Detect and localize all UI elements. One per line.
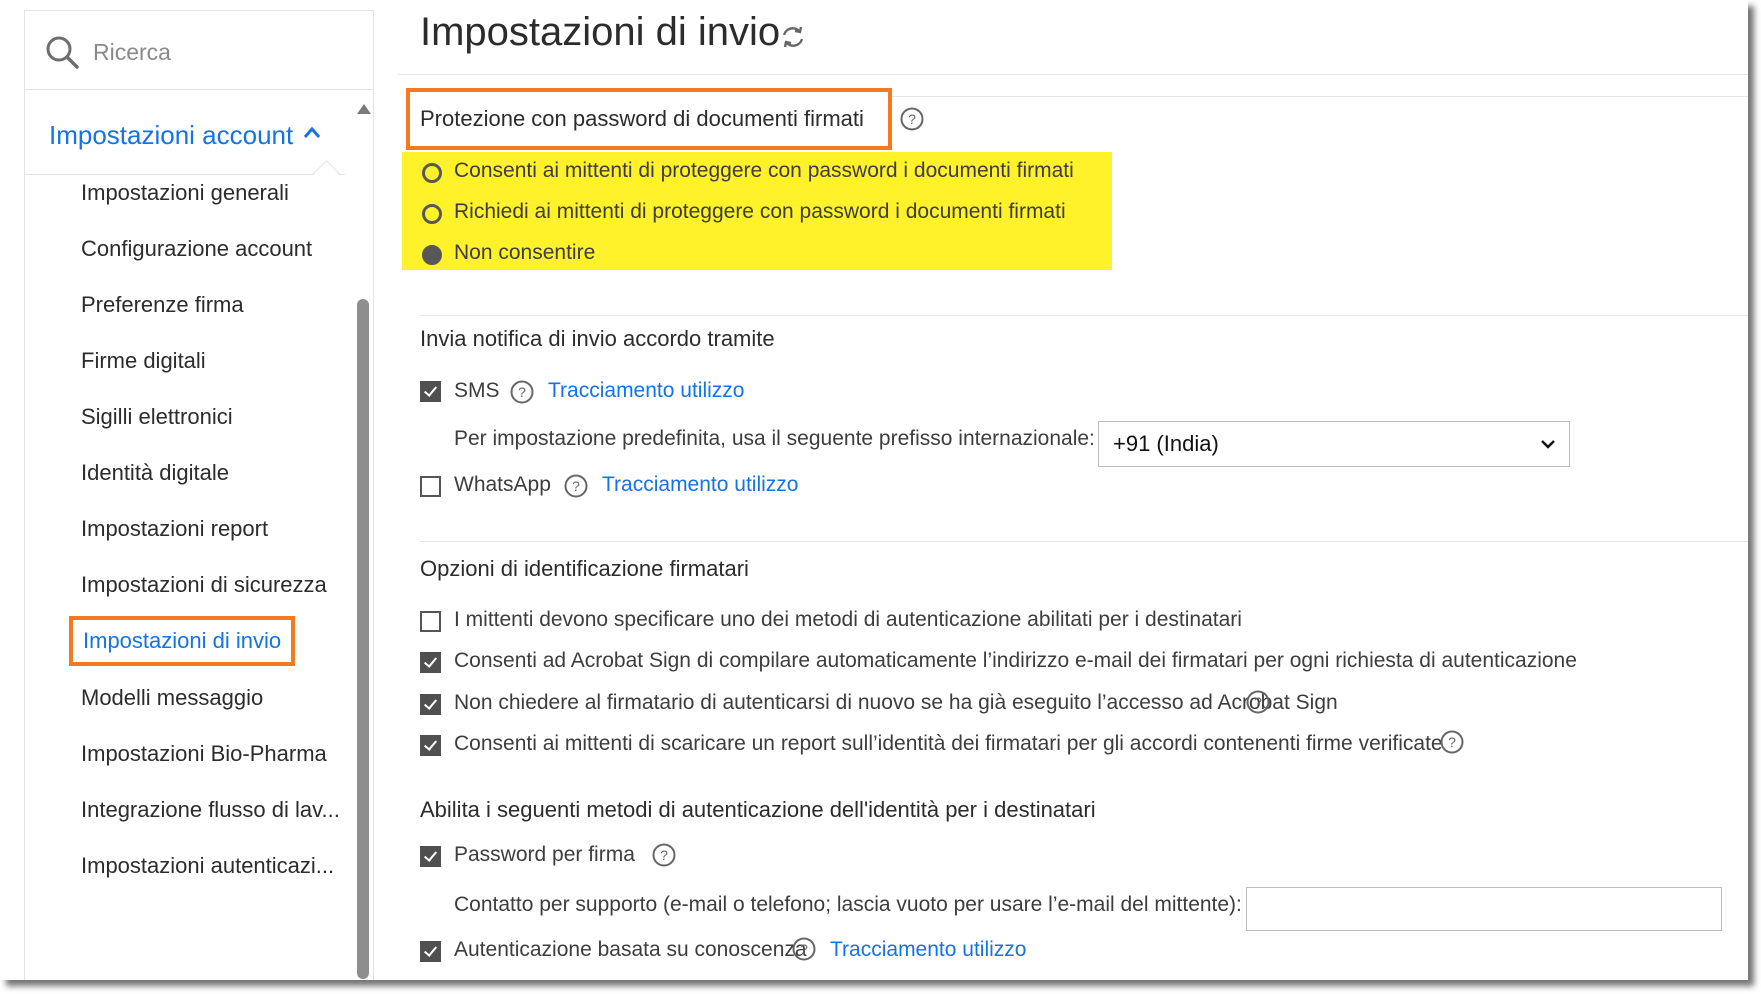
kba-tracking-link[interactable]: Tracciamento utilizzo	[830, 938, 1026, 962]
sidebar-item-workflow-integration[interactable]: Integrazione flusso di lav...	[81, 797, 340, 823]
main-content: Impostazioni di invio Protezione con pas…	[398, 0, 1748, 980]
chevron-up-icon[interactable]	[303, 126, 321, 140]
support-contact-input[interactable]	[1246, 887, 1722, 931]
svg-text:?: ?	[660, 847, 668, 863]
checkbox-autofill-email[interactable]	[420, 652, 441, 673]
radio-allow-password[interactable]	[422, 163, 442, 183]
section-title-auth-methods: Abilita i seguenti metodi di autenticazi…	[420, 797, 1096, 822]
section-title-password-protection: Protezione con password di documenti fir…	[420, 106, 864, 131]
sidebar-item-digital-signatures[interactable]: Firme digitali	[81, 348, 206, 374]
whatsapp-label: WhatsApp	[454, 473, 551, 496]
sidebar-item-bio-pharma-settings[interactable]: Impostazioni Bio-Pharma	[81, 741, 327, 767]
help-icon[interactable]: ?	[900, 107, 924, 131]
svg-text:?: ?	[1448, 734, 1456, 750]
sidebar-item-digital-identity[interactable]: Identità digitale	[81, 460, 229, 486]
sidebar-item-send-settings[interactable]: Impostazioni di invio	[69, 616, 296, 666]
sms-label: SMS	[454, 379, 500, 402]
divider	[420, 541, 1748, 542]
country-prefix-value: +91 (India)	[1113, 431, 1219, 456]
page-title: Impostazioni di invio	[420, 10, 781, 54]
radio-label-allow-password: Consenti ai mittenti di proteggere con p…	[454, 159, 1074, 182]
sidebar-section-account-settings[interactable]: Impostazioni account	[25, 90, 345, 175]
checkbox-skip-reauth[interactable]	[420, 694, 441, 715]
sidebar-item-account-setup[interactable]: Configurazione account	[81, 236, 312, 262]
kba-label: Autenticazione basata su conoscenza	[454, 938, 807, 961]
section-title-signer-identification: Opzioni di identificazione firmatari	[420, 556, 749, 581]
option-identity-report: Consenti ai mittenti di scaricare un rep…	[454, 732, 1443, 755]
whatsapp-tracking-link[interactable]: Tracciamento utilizzo	[602, 473, 798, 497]
sidebar-item-security-settings[interactable]: Impostazioni di sicurezza	[81, 572, 327, 598]
sidebar-section-label: Impostazioni account	[49, 120, 294, 150]
divider	[892, 96, 1748, 97]
password-protection-highlight: Protezione con password di documenti fir…	[406, 88, 892, 150]
scrollbar-thumb[interactable]	[357, 299, 369, 979]
option-require-auth-method: I mittenti devono specificare uno dei me…	[454, 608, 1242, 631]
sidebar-item-signature-preferences[interactable]: Preferenze firma	[81, 292, 244, 318]
radio-require-password[interactable]	[422, 204, 442, 224]
sidebar-item-general-settings[interactable]: Impostazioni generali	[81, 180, 289, 206]
help-icon[interactable]: ?	[1440, 730, 1464, 754]
svg-text:?: ?	[1254, 694, 1262, 710]
checkbox-sms[interactable]	[420, 381, 441, 402]
checkbox-kba[interactable]	[420, 941, 441, 962]
country-prefix-select[interactable]: +91 (India)	[1098, 421, 1570, 467]
signing-password-label: Password per firma	[454, 843, 635, 866]
divider	[420, 315, 1748, 316]
checkbox-identity-report[interactable]	[420, 735, 441, 756]
checkbox-require-auth-method[interactable]	[420, 611, 441, 632]
sidebar-item-message-templates[interactable]: Modelli messaggio	[81, 685, 263, 711]
search-icon	[46, 36, 79, 69]
search-box[interactable]: Ricerca	[25, 10, 373, 90]
sidebar-item-electronic-seals[interactable]: Sigilli elettronici	[81, 404, 233, 430]
app-window: Ricerca Impostazioni account Impostazion…	[0, 0, 1748, 980]
sidebar-item-report-settings[interactable]: Impostazioni report	[81, 516, 268, 542]
svg-text:?: ?	[518, 384, 526, 400]
sidebar-item-authentication-settings[interactable]: Impostazioni autenticazi...	[81, 853, 334, 879]
help-icon[interactable]: ?	[564, 474, 588, 498]
divider	[398, 74, 1748, 75]
svg-text:?: ?	[572, 478, 580, 494]
option-autofill-email: Consenti ad Acrobat Sign di compilare au…	[454, 649, 1577, 672]
sidebar-scrollbar[interactable]	[355, 94, 371, 980]
scroll-up-arrow-icon[interactable]	[357, 104, 371, 114]
chevron-down-icon	[1541, 440, 1555, 449]
svg-text:?: ?	[800, 941, 808, 957]
option-skip-reauth: Non chiedere al firmatario di autenticar…	[454, 691, 1338, 714]
sidebar: Ricerca Impostazioni account Impostazion…	[24, 10, 374, 980]
search-input[interactable]: Ricerca	[93, 39, 171, 66]
refresh-icon[interactable]	[780, 24, 806, 50]
radio-do-not-allow[interactable]	[422, 245, 442, 265]
help-icon[interactable]: ?	[652, 843, 676, 867]
radio-label-do-not-allow: Non consentire	[454, 241, 596, 264]
support-contact-label: Contatto per supporto (e-mail o telefono…	[454, 893, 1242, 916]
help-icon[interactable]: ?	[1246, 690, 1270, 714]
help-icon[interactable]: ?	[792, 937, 816, 961]
sms-tracking-link[interactable]: Tracciamento utilizzo	[548, 379, 744, 403]
help-icon[interactable]: ?	[510, 380, 534, 404]
svg-text:?: ?	[908, 111, 916, 127]
checkbox-whatsapp[interactable]	[420, 476, 441, 497]
checkbox-signing-password[interactable]	[420, 846, 441, 867]
section-title-notification: Invia notifica di invio accordo tramite	[420, 326, 775, 351]
prefix-label: Per impostazione predefinita, usa il seg…	[454, 427, 1095, 450]
radio-label-require-password: Richiedi ai mittenti di proteggere con p…	[454, 200, 1066, 223]
